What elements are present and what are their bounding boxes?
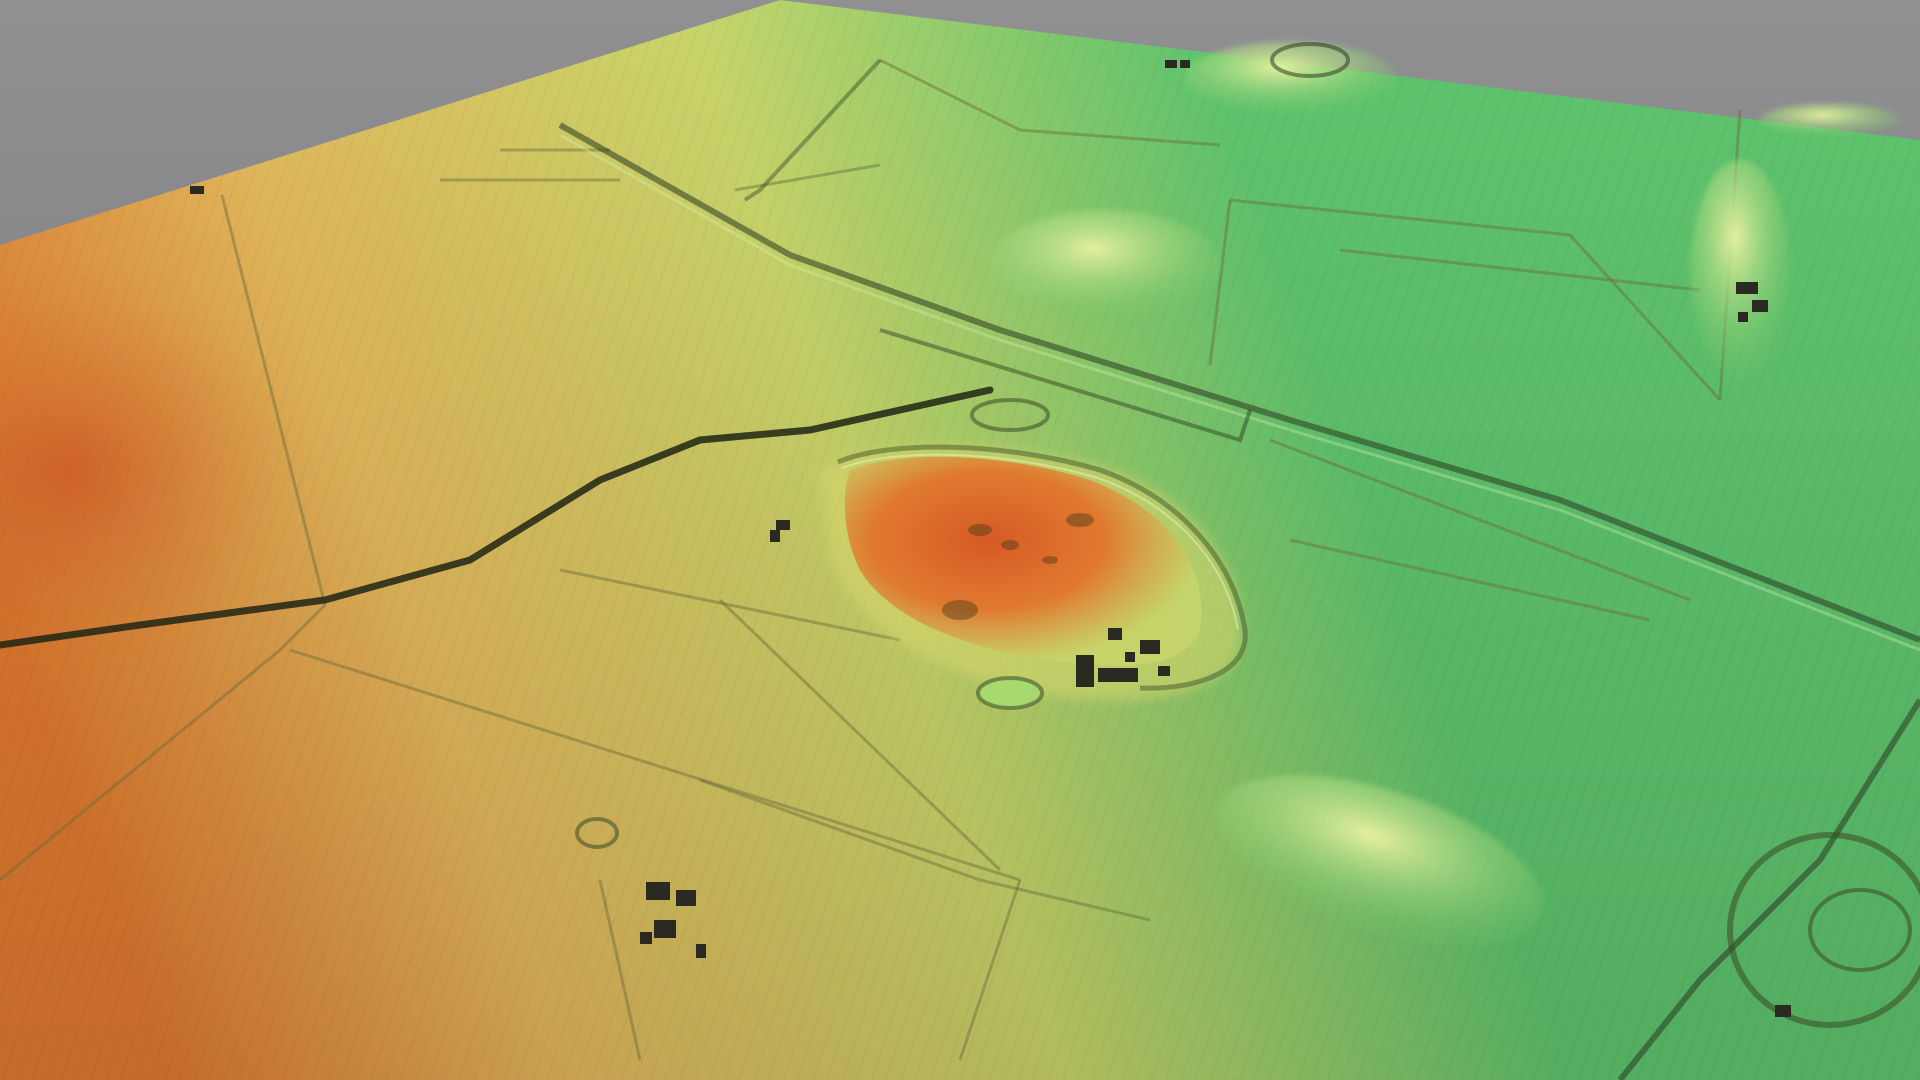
water-pond[interactable]: [976, 676, 1044, 710]
building[interactable]: [770, 530, 780, 542]
building[interactable]: [1752, 300, 1768, 312]
building[interactable]: [1098, 668, 1138, 682]
mound-north-b: [1185, 42, 1395, 114]
building[interactable]: [776, 520, 790, 530]
building[interactable]: [1158, 666, 1170, 676]
building[interactable]: [654, 920, 676, 938]
mound-east: [1690, 160, 1790, 380]
building[interactable]: [1165, 60, 1177, 68]
building[interactable]: [1738, 312, 1748, 322]
building[interactable]: [646, 882, 670, 900]
building[interactable]: [190, 186, 204, 194]
building[interactable]: [1140, 640, 1160, 654]
building[interactable]: [1125, 652, 1135, 662]
building[interactable]: [1076, 655, 1094, 687]
building[interactable]: [1775, 1005, 1791, 1017]
building[interactable]: [1180, 60, 1190, 68]
building[interactable]: [1108, 628, 1122, 640]
terrain-map[interactable]: [0, 0, 1920, 1080]
building[interactable]: [676, 890, 696, 906]
building[interactable]: [640, 932, 652, 944]
mound-north-a: [990, 210, 1220, 320]
mound-northeast: [1760, 104, 1900, 136]
building[interactable]: [696, 944, 706, 958]
terrain-viewport[interactable]: [0, 0, 1920, 1080]
building[interactable]: [1736, 282, 1758, 294]
